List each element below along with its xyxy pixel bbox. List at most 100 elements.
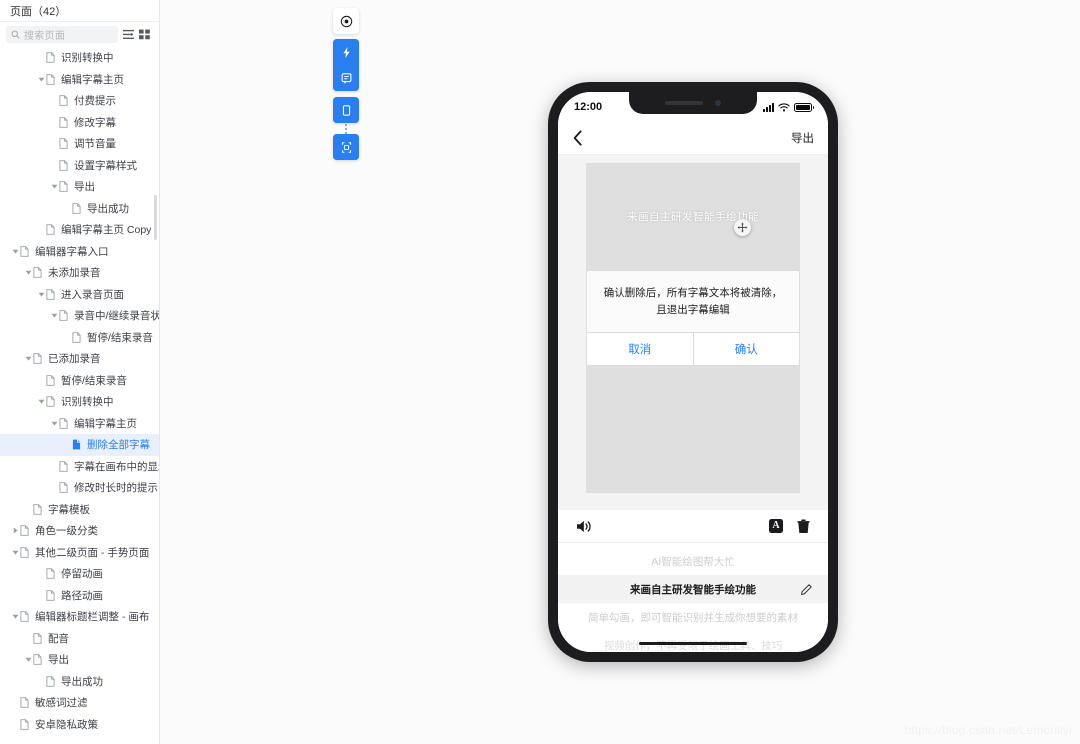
rail-drag-handle[interactable] xyxy=(345,123,347,134)
wifi-icon xyxy=(778,102,790,112)
chevron-down-icon[interactable] xyxy=(49,312,59,319)
tree-item[interactable]: 暂停/结束录音 xyxy=(0,327,159,349)
tree-item[interactable]: 修改时长时的提示 xyxy=(0,477,159,499)
tree-item[interactable]: 调节音量 xyxy=(0,133,159,155)
tree-item[interactable]: 安卓隐私政策 xyxy=(0,714,159,736)
component-tool-button[interactable] xyxy=(333,134,359,160)
chevron-down-icon[interactable] xyxy=(23,269,33,276)
tree-item[interactable]: 录音中/继续录音状态 xyxy=(0,305,159,327)
tree-item-label: 导出 xyxy=(48,654,69,667)
tree-item[interactable]: 导出 xyxy=(0,649,159,671)
editor-canvas-area[interactable]: 来画自主研发智能手绘功能 确认删除后，所有字幕文本将被清除，且退出字幕编辑 取消… xyxy=(558,155,828,510)
tree-item[interactable]: 编辑字幕主页 xyxy=(0,413,159,435)
confirm-button[interactable]: 确认 xyxy=(692,332,800,365)
chevron-down-icon[interactable] xyxy=(23,656,33,663)
page-document-icon xyxy=(20,546,31,558)
subtitle-row[interactable]: AI智能绘图帮大忙 xyxy=(558,547,828,575)
tree-item[interactable]: 未添加录音 xyxy=(0,262,159,284)
tree-item[interactable]: 修改字幕 xyxy=(0,112,159,134)
search-input[interactable]: 搜索页面 xyxy=(6,26,118,43)
tree-item[interactable]: 识别转换中 xyxy=(0,391,159,413)
chevron-down-icon[interactable] xyxy=(36,76,46,83)
pages-count-title: 页面（42） xyxy=(10,5,67,18)
tree-item[interactable]: 已添加录音 xyxy=(0,348,159,370)
phone-icon-button[interactable] xyxy=(333,97,359,123)
page-document-icon xyxy=(20,611,31,623)
cancel-button[interactable]: 取消 xyxy=(587,333,693,365)
tree-item[interactable]: 编辑字幕主页 xyxy=(0,69,159,91)
tree-item-label: 付费提示 xyxy=(74,95,116,108)
sidebar-search-row: 搜索页面 xyxy=(0,22,159,47)
tree-item[interactable]: 设置字幕样式 xyxy=(0,155,159,177)
tree-item[interactable]: 其他二级页面 - 手势页面 xyxy=(0,542,159,564)
canvas-area[interactable]: 12:00 导出 来画自主研发智能手绘功能 确认删除后，所有字幕文本将被清除，且… xyxy=(160,0,1080,744)
tree-item[interactable]: 导出成功 xyxy=(0,198,159,220)
export-button[interactable]: 导出 xyxy=(791,130,814,146)
comment-tool-button[interactable] xyxy=(333,65,359,91)
target-tool-button[interactable] xyxy=(333,8,359,34)
trash-icon[interactable] xyxy=(797,518,810,534)
tree-item[interactable]: 识别转换中 xyxy=(0,47,159,69)
chevron-down-icon[interactable] xyxy=(10,613,20,620)
phone-screen[interactable]: 12:00 导出 来画自主研发智能手绘功能 确认删除后，所有字幕文本将被清除，且… xyxy=(558,92,828,652)
chevron-down-icon[interactable] xyxy=(36,398,46,405)
tree-item[interactable]: 编辑器字幕入口 xyxy=(0,241,159,263)
chevron-down-icon[interactable] xyxy=(10,248,20,255)
tree-item[interactable]: 编辑字幕主页 Copy xyxy=(0,219,159,241)
page-document-icon xyxy=(59,95,70,107)
subtitle-list[interactable]: AI智能绘图帮大忙 来画自主研发智能手绘功能简单勾画，即可智能识别并生成你想要的素… xyxy=(558,543,828,652)
subtitle-text: 简单勾画，即可智能识别并生成你想要的素材 xyxy=(588,611,798,624)
phone-notch xyxy=(629,92,757,114)
tree-item[interactable]: 停留动画 xyxy=(0,563,159,585)
grid-view-icon[interactable] xyxy=(139,29,150,40)
device-preview-button[interactable] xyxy=(333,97,359,123)
tree-item[interactable]: 导出 xyxy=(0,176,159,198)
chevron-down-icon[interactable] xyxy=(49,183,59,190)
page-document-icon xyxy=(33,503,44,515)
sidebar-scrollbar-thumb[interactable] xyxy=(154,195,157,240)
tree-item[interactable]: 导出成功 xyxy=(0,671,159,693)
tree-item[interactable]: 路径动画 xyxy=(0,585,159,607)
tree-item[interactable]: 字幕模板 xyxy=(0,499,159,521)
move-cursor-icon[interactable] xyxy=(734,219,751,236)
pages-tree[interactable]: 识别转换中 编辑字幕主页 付费提示 修改字幕 调节音量 设置字幕样式 导出 导出成功 编辑字幕主… xyxy=(0,47,159,744)
flash-tool-button[interactable] xyxy=(333,39,359,65)
component-icon-button[interactable] xyxy=(333,134,359,160)
tree-item-label: 安卓隐私政策 xyxy=(35,718,98,731)
tree-item-label: 进入录音页面 xyxy=(61,288,124,301)
page-document-icon xyxy=(46,568,57,580)
tree-item-label: 录音中/继续录音状态 xyxy=(74,310,159,323)
speaker-icon[interactable] xyxy=(576,519,593,534)
pencil-icon[interactable] xyxy=(801,583,812,595)
chevron-down-icon[interactable] xyxy=(49,420,59,427)
subtitle-row[interactable]: 简单勾画，即可智能识别并生成你想要的素材 xyxy=(558,603,828,631)
tree-item-label: 路径动画 xyxy=(61,589,103,602)
tree-item-label: 角色一级分类 xyxy=(35,525,98,538)
page-document-icon xyxy=(46,675,57,687)
tree-item[interactable]: 进入录音页面 xyxy=(0,284,159,306)
tree-item[interactable]: 字幕在画布中的显示 xyxy=(0,456,159,478)
phone-mockup[interactable]: 12:00 导出 来画自主研发智能手绘功能 确认删除后，所有字幕文本将被清除，且… xyxy=(548,82,838,662)
tree-item[interactable]: 付费提示 xyxy=(0,90,159,112)
page-document-icon xyxy=(20,718,31,730)
tree-item-selected[interactable]: 删除全部字幕 xyxy=(0,434,159,456)
subtitle-row-active[interactable]: 来画自主研发智能手绘功能 xyxy=(558,575,828,603)
list-view-icon[interactable] xyxy=(123,29,134,40)
text-style-button[interactable]: A xyxy=(769,519,783,533)
chevron-down-icon[interactable] xyxy=(23,355,33,362)
tree-item[interactable]: 暂停/结束录音 xyxy=(0,370,159,392)
page-document-icon xyxy=(33,654,44,666)
page-document-icon xyxy=(72,331,83,343)
tool-rail xyxy=(333,8,359,166)
tree-item[interactable]: 角色一级分类 xyxy=(0,520,159,542)
tree-item[interactable]: 编辑器标题栏调整 - 画布 xyxy=(0,606,159,628)
confirm-dialog[interactable]: 确认删除后，所有字幕文本将被清除，且退出字幕编辑 取消 确认 xyxy=(586,270,800,366)
toolbar-right-group: A xyxy=(769,518,810,534)
back-button[interactable] xyxy=(572,130,584,146)
chevron-right-icon[interactable] xyxy=(10,527,20,534)
chevron-down-icon[interactable] xyxy=(36,291,46,298)
tree-item[interactable]: 配音 xyxy=(0,628,159,650)
tree-item[interactable]: 敏感词过滤 xyxy=(0,692,159,714)
chevron-down-icon[interactable] xyxy=(10,549,20,556)
page-document-icon xyxy=(46,396,57,408)
